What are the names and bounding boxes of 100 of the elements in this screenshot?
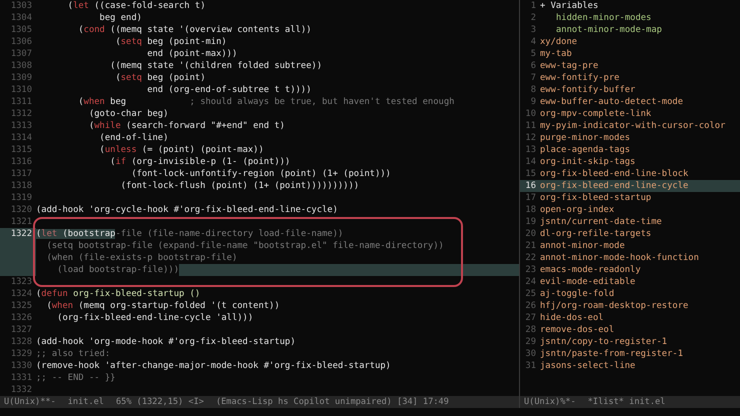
imenu-label: purge-minor-modes — [540, 132, 630, 144]
line-number: 1315 — [10, 144, 33, 156]
imenu-label: jsntn/current-date-time — [540, 216, 662, 228]
imenu-label: org-fix-bleed-end-line-block — [540, 168, 688, 180]
code-line: (end-of-line) — [98, 132, 168, 144]
imenu-item[interactable]: 7 eww-fontify-pre — [520, 72, 740, 84]
line-number: 1317 — [10, 168, 33, 180]
imenu-item[interactable]: 23 emacs-mode-readonly — [520, 264, 740, 276]
imenu-label: annot-minor-mode-map — [555, 24, 662, 36]
line-number: 1309 — [10, 72, 33, 84]
code-line: (goto-char beg) — [88, 108, 168, 120]
code-line: (while (search-forward "#+end" end t) — [88, 120, 285, 132]
imenu-item[interactable]: 1 + Variables — [520, 0, 740, 12]
line-number: 1332 — [10, 384, 33, 396]
imenu-label: + Variables — [540, 0, 598, 12]
line-number: 1331 — [10, 372, 33, 384]
line-number: 1318 — [10, 180, 33, 192]
imenu-label: emacs-mode-readonly — [540, 264, 641, 276]
imenu-label: open-org-index — [540, 204, 614, 216]
line-number: 20 — [524, 228, 537, 240]
imenu-label: xy/done — [540, 36, 578, 48]
line-number: 17 — [524, 192, 537, 204]
mode-line-text: *Ilist* init.el — [588, 396, 666, 408]
line-number: 1310 — [10, 84, 33, 96]
imenu-item[interactable]: 11 my-pyim-indicator-with-cursor-color — [520, 120, 740, 132]
line-number: 28 — [524, 324, 537, 336]
line-number: 21 — [524, 240, 537, 252]
imenu-item[interactable]: 25 aj-toggle-fold — [520, 288, 740, 300]
line-number: 1329 — [10, 348, 33, 360]
imenu-item[interactable]: 22 annot-minor-mode-hook-function — [520, 252, 740, 264]
line-number: 31 — [524, 360, 537, 372]
line-number: 1319 — [10, 192, 33, 204]
imenu-item[interactable]: 2 hidden-minor-modes — [520, 12, 740, 24]
mode-line-text: (Emacs-Lisp hs Copilot unimpaired) [34] 17:49 — [216, 396, 449, 408]
line-number: 1306 — [10, 36, 33, 48]
line-number: 1327 — [10, 324, 33, 336]
imenu-item[interactable]: 14 org-init-skip-tags — [520, 156, 740, 168]
line-number: 1321 — [10, 216, 33, 228]
mode-line-text: 65% (1322,15) <I> — [116, 396, 204, 408]
code-line: (when (memq org-startup-folded '(t content)) — [46, 300, 280, 312]
imenu-label: annot-minor-mode — [540, 240, 625, 252]
imenu-item[interactable]: 15 org-fix-bleed-end-line-block — [520, 168, 740, 180]
line-number: 1313 — [10, 120, 33, 132]
imenu-item[interactable]: 5 my-tab — [520, 48, 740, 60]
line-number: 9 — [530, 96, 537, 108]
code-line: (font-lock-unfontify-region (point) (1+ (point))) — [130, 168, 391, 180]
imenu-item[interactable]: 18 open-org-index — [520, 204, 740, 216]
imenu-item[interactable]: 4 xy/done — [520, 36, 740, 48]
imenu-item[interactable]: 17 org-fix-bleed-startup — [520, 192, 740, 204]
code-line: (add-hook 'org-cycle-hook #'org-fix-bleed-end-line-cycle) — [36, 204, 338, 216]
imenu-item[interactable]: 21 annot-minor-mode — [520, 240, 740, 252]
code-line: (load bootstrap-file))) — [56, 264, 179, 276]
imenu-item[interactable]: 6 eww-tag-pre — [520, 60, 740, 72]
imenu-item[interactable]: 26 hfj/org-roam-desktop-restore — [520, 300, 740, 312]
line-number: 3 — [530, 24, 537, 36]
imenu-label: my-pyim-indicator-with-cursor-color — [540, 120, 726, 132]
imenu-label: hfj/org-roam-desktop-restore — [540, 300, 688, 312]
imenu-label: aj-toggle-fold — [540, 288, 614, 300]
line-number: 13 — [524, 144, 537, 156]
imenu-item[interactable]: 31 jasons-select-line — [520, 360, 740, 372]
imenu-label: hidden-minor-modes — [555, 12, 652, 24]
line-number: 18 — [524, 204, 537, 216]
imenu-label: remove-dos-eol — [540, 324, 614, 336]
line-number: 23 — [524, 264, 537, 276]
line-number: 6 — [530, 60, 537, 72]
imenu-item[interactable]: 30 jsntn/paste-from-register-1 — [520, 348, 740, 360]
line-number: 8 — [530, 84, 537, 96]
line-number: 15 — [524, 168, 537, 180]
code-line: (let ((case-fold-search t) — [66, 0, 206, 12]
imenu-item[interactable]: 9 eww-buffer-auto-detect-mode — [520, 96, 740, 108]
imenu-item[interactable]: 8 eww-fontify-buffer — [520, 84, 740, 96]
imenu-item[interactable]: 24 evil-mode-editable — [520, 276, 740, 288]
line-number: 5 — [530, 48, 537, 60]
line-number: 25 — [524, 288, 537, 300]
imenu-item[interactable]: 19 jsntn/current-date-time — [520, 216, 740, 228]
imenu-item[interactable]: 16 org-fix-bleed-end-line-cycle — [520, 180, 740, 192]
mode-line-text: U(Unix)**- — [4, 396, 56, 408]
imenu-label: evil-mode-editable — [540, 276, 636, 288]
line-number: 11 — [524, 120, 537, 132]
imenu-item[interactable]: 12 purge-minor-modes — [520, 132, 740, 144]
imenu-item[interactable]: 20 dl-org-refile-targets — [520, 228, 740, 240]
code-line: (setq bootstrap-file (expand-file-name "bootstrap.el" file-name-directory)) — [46, 240, 444, 252]
line-number: 1312 — [10, 108, 33, 120]
imenu-item[interactable]: 10 org-mpv-complete-link — [520, 108, 740, 120]
code-line: beg end) — [98, 12, 142, 24]
imenu-item[interactable]: 29 jsntn/copy-to-register-1 — [520, 336, 740, 348]
line-number: 1326 — [10, 312, 33, 324]
code-line: end (point-max))) — [146, 48, 238, 60]
line-number: 24 — [524, 276, 537, 288]
code-line: (setq beg (point) — [114, 72, 206, 84]
line-number: 12 — [524, 132, 537, 144]
imenu-item[interactable]: 28 remove-dos-eol — [520, 324, 740, 336]
line-number: 1308 — [10, 60, 33, 72]
code-line: (org-fix-bleed-end-line-cycle 'all))) — [56, 312, 254, 324]
line-number: 2 — [530, 12, 537, 24]
imenu-item[interactable]: 27 hide-dos-eol — [520, 312, 740, 324]
imenu-item[interactable]: 3 annot-minor-mode-map — [520, 24, 740, 36]
imenu-label: annot-minor-mode-hook-function — [540, 252, 699, 264]
imenu-label: jsntn/paste-from-register-1 — [540, 348, 683, 360]
imenu-item[interactable]: 13 place-agenda-tags — [520, 144, 740, 156]
